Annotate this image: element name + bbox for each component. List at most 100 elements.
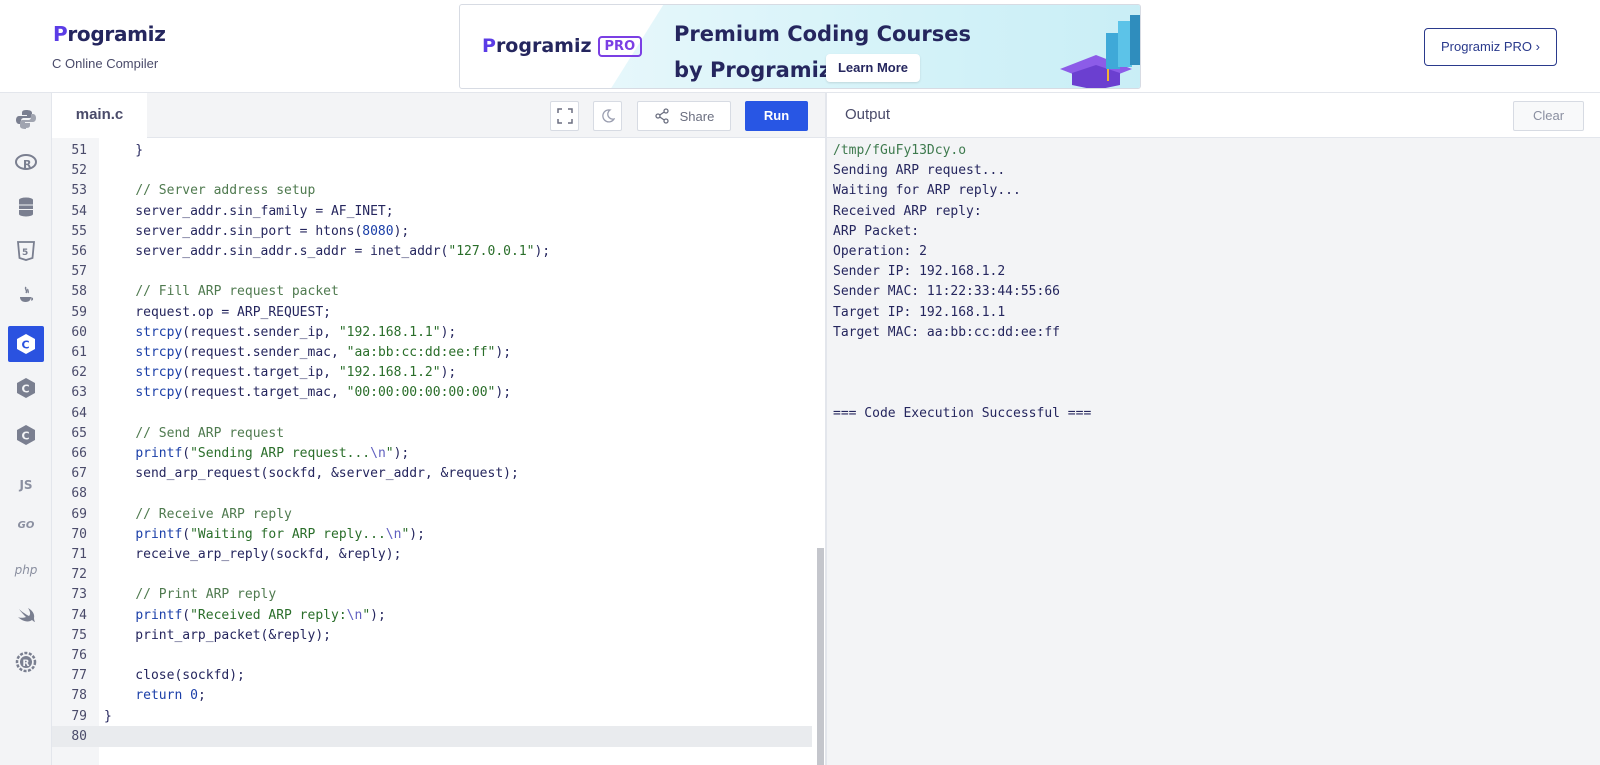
output-panel: /tmp/fGuFy13Dcy.o Sending ARP request... W…: [827, 138, 1600, 765]
code-line[interactable]: 54 server_addr.sin_family = AF_INET;: [52, 202, 812, 223]
logo-name: rogramiz: [67, 22, 166, 46]
line-number: 72: [71, 567, 87, 583]
code-line[interactable]: 66 printf("Sending ARP request...\n");: [52, 444, 812, 465]
code-text[interactable]: strcpy(request.target_ip, "192.168.1.2")…: [104, 363, 456, 384]
output-line: Target MAC: aa:bb:cc:dd:ee:ff: [833, 324, 1060, 340]
code-line[interactable]: 71 receive_arp_reply(sockfd, &reply);: [52, 545, 812, 566]
fullscreen-button[interactable]: [550, 101, 579, 131]
code-line[interactable]: 78 return 0;: [52, 686, 812, 707]
ad-banner[interactable]: Programiz PRO Premium Coding Courses by P…: [459, 4, 1141, 89]
java-icon[interactable]: [8, 277, 44, 313]
code-line[interactable]: 63 strcpy(request.target_mac, "00:00:00:…: [52, 383, 812, 404]
code-line[interactable]: 59 request.op = ARP_REQUEST;: [52, 303, 812, 324]
banner-title-line2: by Programiz: [674, 58, 832, 82]
code-line[interactable]: 74 printf("Received ARP reply:\n");: [52, 606, 812, 627]
code-line[interactable]: 60 strcpy(request.sender_ip, "192.168.1.…: [52, 323, 812, 344]
js-icon[interactable]: JS: [8, 467, 44, 503]
r-icon[interactable]: R: [8, 145, 44, 181]
code-text[interactable]: }: [104, 141, 143, 162]
code-text[interactable]: request.op = ARP_REQUEST;: [104, 303, 331, 324]
code-line[interactable]: 61 strcpy(request.sender_mac, "aa:bb:cc:…: [52, 343, 812, 364]
line-number: 64: [71, 405, 87, 421]
code-text[interactable]: close(sockfd);: [104, 666, 245, 687]
code-text[interactable]: // Receive ARP reply: [104, 505, 292, 526]
editor-scrollbar-thumb[interactable]: [817, 548, 824, 765]
code-text[interactable]: printf("Received ARP reply:\n");: [104, 606, 385, 627]
code-text[interactable]: // Fill ARP request packet: [104, 282, 339, 303]
code-line[interactable]: 68: [52, 484, 812, 505]
line-number: 56: [71, 244, 87, 259]
code-text[interactable]: // Send ARP request: [104, 424, 284, 445]
code-line[interactable]: 55 server_addr.sin_port = htons(8080);: [52, 222, 812, 243]
code-line[interactable]: 56 server_addr.sin_addr.s_addr = inet_ad…: [52, 242, 812, 263]
code-line[interactable]: 80: [52, 727, 812, 748]
output-line: Sending ARP request...: [833, 163, 1006, 179]
code-line[interactable]: 73 // Print ARP reply: [52, 585, 812, 606]
python-icon[interactable]: [8, 101, 44, 137]
banner-logo-initial: P: [482, 35, 496, 57]
code-text[interactable]: printf("Sending ARP request...\n");: [104, 444, 409, 465]
logo-initial: P: [53, 22, 68, 46]
line-number: 77: [71, 668, 87, 684]
graduation-books-icon: [1060, 15, 1140, 88]
code-line[interactable]: 62 strcpy(request.target_ip, "192.168.1.…: [52, 363, 812, 384]
code-editor[interactable]: 51 } 52 53 // Server address setup 54 serve…: [52, 138, 825, 765]
code-line[interactable]: 51 }: [52, 141, 812, 162]
code-text[interactable]: }: [104, 707, 112, 728]
code-line[interactable]: 64: [52, 404, 812, 425]
code-text[interactable]: server_addr.sin_port = htons(8080);: [104, 222, 409, 243]
code-text[interactable]: strcpy(request.sender_ip, "192.168.1.1")…: [104, 323, 456, 344]
code-line[interactable]: 72: [52, 565, 812, 586]
code-text[interactable]: // Print ARP reply: [104, 585, 276, 606]
rust-icon[interactable]: R: [8, 644, 44, 680]
output-line: === Code Execution Successful ===: [833, 405, 1092, 421]
code-line[interactable]: 79}: [52, 707, 812, 728]
programiz-logo[interactable]: Programiz: [53, 22, 166, 46]
csharp-icon[interactable]: C: [8, 417, 44, 453]
code-text[interactable]: strcpy(request.sender_mac, "aa:bb:cc:dd:…: [104, 343, 511, 364]
code-text[interactable]: printf("Waiting for ARP reply...\n");: [104, 525, 425, 546]
clear-button[interactable]: Clear: [1513, 101, 1584, 131]
code-text[interactable]: // Server address setup: [104, 181, 315, 202]
line-number: 80: [71, 728, 87, 744]
swift-icon[interactable]: [8, 598, 44, 634]
php-icon[interactable]: php: [8, 552, 44, 588]
dark-mode-button[interactable]: [593, 101, 622, 131]
line-number: 63: [71, 385, 87, 401]
code-text[interactable]: return 0;: [104, 686, 205, 707]
code-text[interactable]: print_arp_packet(&reply);: [104, 626, 331, 647]
code-line[interactable]: 65 // Send ARP request: [52, 424, 812, 445]
code-line[interactable]: 53 // Server address setup: [52, 181, 812, 202]
line-number: 58: [71, 284, 87, 300]
code-line[interactable]: 76: [52, 646, 812, 667]
banner-logo: Programiz PRO: [482, 35, 643, 57]
code-text[interactable]: server_addr.sin_addr.s_addr = inet_addr(…: [104, 242, 550, 263]
line-number: 51: [71, 143, 87, 158]
code-line[interactable]: 57: [52, 262, 812, 283]
html5-icon[interactable]: 5: [8, 233, 44, 269]
code-line[interactable]: 75 print_arp_packet(&reply);: [52, 626, 812, 647]
run-button[interactable]: Run: [745, 101, 808, 131]
file-tab-main[interactable]: main.c: [52, 93, 147, 138]
code-line[interactable]: 52: [52, 161, 812, 182]
code-text[interactable]: strcpy(request.target_mac, "00:00:00:00:…: [104, 383, 511, 404]
code-text[interactable]: server_addr.sin_family = AF_INET;: [104, 202, 393, 223]
cpp-icon[interactable]: C: [8, 370, 44, 406]
learn-more-button[interactable]: Learn More: [826, 54, 920, 82]
code-text[interactable]: receive_arp_reply(sockfd, &reply);: [104, 545, 401, 566]
database-icon[interactable]: [8, 189, 44, 225]
code-line[interactable]: 70 printf("Waiting for ARP reply...\n");: [52, 525, 812, 546]
line-number: 53: [71, 183, 87, 199]
code-text[interactable]: send_arp_request(sockfd, &server_addr, &…: [104, 464, 519, 485]
code-line[interactable]: 77 close(sockfd);: [52, 666, 812, 687]
code-line[interactable]: 58 // Fill ARP request packet: [52, 282, 812, 303]
go-label: GO: [17, 519, 35, 531]
header: Programiz C Online Compiler Programiz PRO…: [0, 0, 1600, 93]
programiz-pro-button[interactable]: Programiz PRO ›: [1424, 28, 1557, 66]
go-icon[interactable]: GO: [8, 507, 44, 543]
code-line[interactable]: 67 send_arp_request(sockfd, &server_addr…: [52, 464, 812, 485]
code-line[interactable]: 69 // Receive ARP reply: [52, 505, 812, 526]
c-icon[interactable]: C: [8, 326, 44, 362]
output-line: ARP Packet:: [833, 223, 920, 239]
share-button[interactable]: Share: [637, 101, 731, 131]
